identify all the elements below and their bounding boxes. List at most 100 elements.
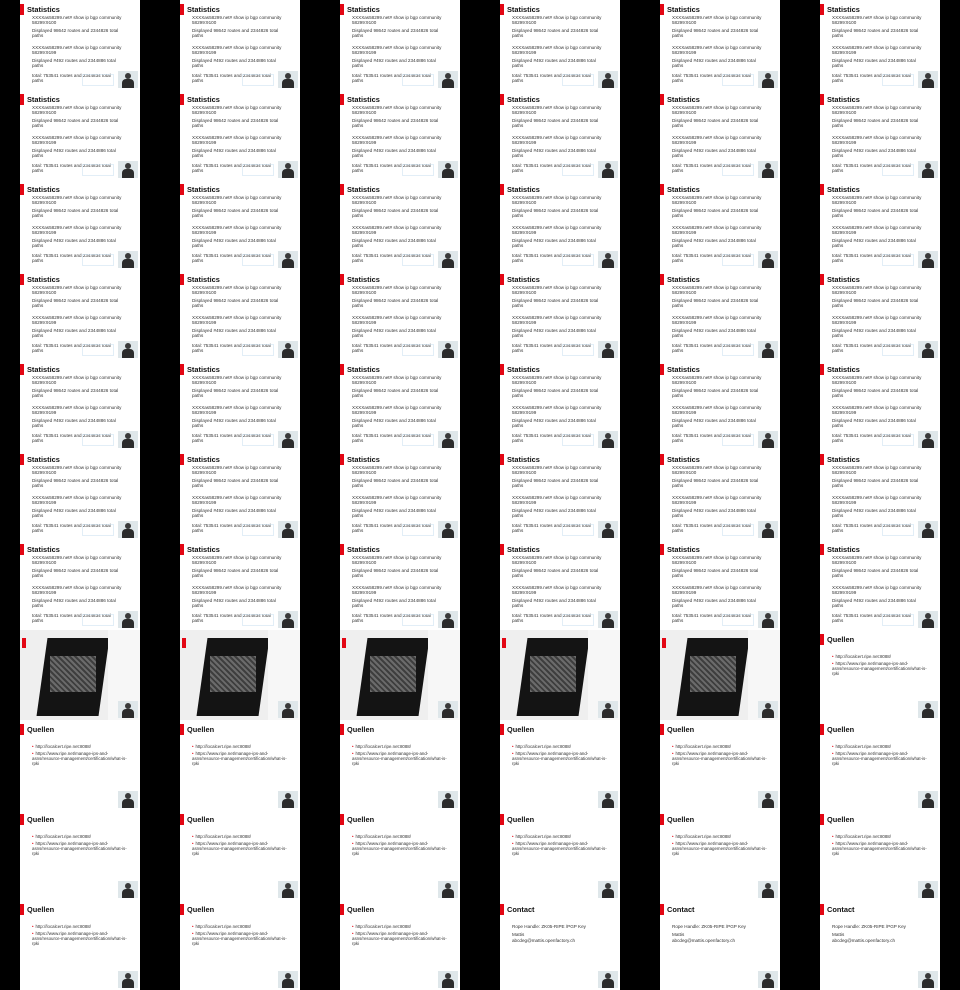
video-frame[interactable]: Quellen • http://localcert.ripe.net:8088/•… [480, 720, 640, 810]
source-link[interactable]: • http://localcert.ripe.net:8088/ [832, 834, 930, 839]
source-link[interactable]: • https://www.ripe.net/manage-ips-and-asn… [512, 751, 610, 766]
contact-email: abcdeg@mattis.openfactory.ch [832, 938, 896, 943]
video-frame[interactable]: Statistics XXXXas58299.net# show ip bgp c… [480, 540, 640, 630]
video-frame[interactable]: Statistics XXXXas58299.net# show ip bgp c… [480, 0, 640, 90]
video-frame[interactable] [0, 630, 160, 720]
video-frame[interactable]: Statistics XXXXas58299.net# show ip bgp c… [320, 450, 480, 540]
video-frame[interactable]: Statistics XXXXas58299.net# show ip bgp c… [480, 90, 640, 180]
video-frame[interactable] [480, 630, 640, 720]
source-link[interactable]: • https://www.ripe.net/manage-ips-and-asn… [32, 931, 130, 946]
source-link[interactable]: • http://localcert.ripe.net:8088/ [352, 744, 450, 749]
source-link[interactable]: • https://www.ripe.net/manage-ips-and-asn… [672, 751, 770, 766]
source-link[interactable]: • https://www.ripe.net/manage-ips-and-asn… [832, 661, 930, 676]
source-link[interactable]: • http://localcert.ripe.net:8088/ [512, 744, 610, 749]
video-frame[interactable]: Statistics XXXXas58299.net# show ip bgp c… [320, 90, 480, 180]
source-link[interactable]: • http://localcert.ripe.net:8088/ [352, 924, 450, 929]
video-frame[interactable]: Quellen • http://localcert.ripe.net:8088/•… [160, 810, 320, 900]
video-frame[interactable]: Statistics XXXXas58299.net# show ip bgp c… [0, 360, 160, 450]
video-frame[interactable]: Statistics XXXXas58299.net# show ip bgp c… [160, 0, 320, 90]
source-link[interactable]: • http://localcert.ripe.net:8088/ [192, 924, 290, 929]
source-link[interactable]: • https://www.ripe.net/manage-ips-and-asn… [192, 931, 290, 946]
video-frame[interactable]: Quellen • http://localcert.ripe.net:8088/•… [160, 900, 320, 990]
video-frame[interactable]: Quellen • http://localcert.ripe.net:8088/•… [160, 720, 320, 810]
video-frame[interactable]: Statistics XXXXas58299.net# show ip bgp c… [0, 90, 160, 180]
video-frame[interactable]: Statistics XXXXas58299.net# show ip bgp c… [320, 540, 480, 630]
video-frame[interactable]: Statistics XXXXas58299.net# show ip bgp c… [0, 270, 160, 360]
speaker-thumbnail [118, 341, 138, 358]
video-frame[interactable]: Statistics XXXXas58299.net# show ip bgp c… [160, 90, 320, 180]
video-frame[interactable]: Statistics XXXXas58299.net# show ip bgp c… [800, 540, 960, 630]
video-frame[interactable]: Quellen • http://localcert.ripe.net:8088/•… [320, 900, 480, 990]
video-frame[interactable] [160, 630, 320, 720]
video-frame[interactable]: Quellen • http://localcert.ripe.net:8088/•… [0, 810, 160, 900]
video-frame[interactable]: Statistics XXXXas58299.net# show ip bgp c… [320, 270, 480, 360]
source-link[interactable]: • https://www.ripe.net/manage-ips-and-asn… [32, 751, 130, 766]
video-frame[interactable]: Statistics XXXXas58299.net# show ip bgp c… [640, 90, 800, 180]
source-link[interactable]: • http://localcert.ripe.net:8088/ [832, 744, 930, 749]
video-frame[interactable]: Statistics XXXXas58299.net# show ip bgp c… [320, 360, 480, 450]
video-frame[interactable]: Quellen • http://localcert.ripe.net:8088/•… [320, 720, 480, 810]
video-frame[interactable]: Quellen • http://localcert.ripe.net:8088/•… [800, 630, 960, 720]
source-link[interactable]: • http://localcert.ripe.net:8088/ [672, 834, 770, 839]
source-link[interactable]: • http://localcert.ripe.net:8088/ [832, 654, 930, 659]
video-frame[interactable] [640, 630, 800, 720]
video-frame[interactable]: Statistics XXXXas58299.net# show ip bgp c… [480, 270, 640, 360]
video-frame[interactable]: Statistics XXXXas58299.net# show ip bgp c… [160, 180, 320, 270]
source-link[interactable]: • https://www.ripe.net/manage-ips-and-asn… [832, 841, 930, 856]
video-frame[interactable] [320, 630, 480, 720]
video-frame[interactable]: Contact Rope Handle: ZK05-RIPE /PGP Key Ma… [800, 900, 960, 990]
video-frame[interactable]: Quellen • http://localcert.ripe.net:8088/•… [320, 810, 480, 900]
source-link[interactable]: • https://www.ripe.net/manage-ips-and-asn… [32, 841, 130, 856]
source-link[interactable]: • http://localcert.ripe.net:8088/ [192, 744, 290, 749]
video-frame[interactable]: Statistics XXXXas58299.net# show ip bgp c… [640, 270, 800, 360]
video-frame[interactable]: Quellen • http://localcert.ripe.net:8088/•… [800, 720, 960, 810]
source-link[interactable]: • http://localcert.ripe.net:8088/ [512, 834, 610, 839]
video-frame[interactable]: Statistics XXXXas58299.net# show ip bgp c… [160, 450, 320, 540]
video-frame[interactable]: Statistics XXXXas58299.net# show ip bgp c… [640, 0, 800, 90]
video-frame[interactable]: Statistics XXXXas58299.net# show ip bgp c… [320, 180, 480, 270]
source-link[interactable]: • http://localcert.ripe.net:8088/ [672, 744, 770, 749]
video-frame[interactable]: Statistics XXXXas58299.net# show ip bgp c… [480, 450, 640, 540]
source-link[interactable]: • https://www.ripe.net/manage-ips-and-asn… [192, 841, 290, 856]
video-frame[interactable]: Statistics XXXXas58299.net# show ip bgp c… [640, 450, 800, 540]
source-link[interactable]: • https://www.ripe.net/manage-ips-and-asn… [512, 841, 610, 856]
video-frame[interactable]: Quellen • http://localcert.ripe.net:8088/•… [640, 720, 800, 810]
video-frame[interactable]: Statistics XXXXas58299.net# show ip bgp c… [320, 0, 480, 90]
video-frame[interactable]: Statistics XXXXas58299.net# show ip bgp c… [640, 360, 800, 450]
video-frame[interactable]: Statistics XXXXas58299.net# show ip bgp c… [800, 450, 960, 540]
source-link[interactable]: • https://www.ripe.net/manage-ips-and-asn… [672, 841, 770, 856]
video-frame[interactable]: Statistics XXXXas58299.net# show ip bgp c… [0, 0, 160, 90]
video-frame[interactable]: Statistics XXXXas58299.net# show ip bgp c… [160, 360, 320, 450]
source-link[interactable]: • https://www.ripe.net/manage-ips-and-asn… [832, 751, 930, 766]
video-frame[interactable]: Statistics XXXXas58299.net# show ip bgp c… [0, 180, 160, 270]
video-frame[interactable]: Statistics XXXXas58299.net# show ip bgp c… [0, 450, 160, 540]
source-link[interactable]: • https://www.ripe.net/manage-ips-and-asn… [352, 931, 450, 946]
video-frame[interactable]: Statistics XXXXas58299.net# show ip bgp c… [480, 180, 640, 270]
video-frame[interactable]: Quellen • http://localcert.ripe.net:8088/•… [0, 900, 160, 990]
video-frame[interactable]: Statistics XXXXas58299.net# show ip bgp c… [480, 360, 640, 450]
video-frame[interactable]: Quellen • http://localcert.ripe.net:8088/•… [800, 810, 960, 900]
source-link[interactable]: • https://www.ripe.net/manage-ips-and-asn… [192, 751, 290, 766]
video-frame[interactable]: Contact Rope Handle: ZK05-RIPE /PGP Key Ma… [480, 900, 640, 990]
video-frame[interactable]: Contact Rope Handle: ZK05-RIPE /PGP Key Ma… [640, 900, 800, 990]
source-link[interactable]: • http://localcert.ripe.net:8088/ [352, 834, 450, 839]
video-frame[interactable]: Statistics XXXXas58299.net# show ip bgp c… [160, 540, 320, 630]
source-link[interactable]: • http://localcert.ripe.net:8088/ [192, 834, 290, 839]
video-frame[interactable]: Statistics XXXXas58299.net# show ip bgp c… [800, 270, 960, 360]
source-link[interactable]: • https://www.ripe.net/manage-ips-and-asn… [352, 751, 450, 766]
source-link[interactable]: • http://localcert.ripe.net:8088/ [32, 744, 130, 749]
video-frame[interactable]: Statistics XXXXas58299.net# show ip bgp c… [800, 90, 960, 180]
video-frame[interactable]: Statistics XXXXas58299.net# show ip bgp c… [800, 360, 960, 450]
source-link[interactable]: • https://www.ripe.net/manage-ips-and-asn… [352, 841, 450, 856]
video-frame[interactable]: Statistics XXXXas58299.net# show ip bgp c… [640, 180, 800, 270]
video-frame[interactable]: Quellen • http://localcert.ripe.net:8088/•… [0, 720, 160, 810]
video-frame[interactable]: Quellen • http://localcert.ripe.net:8088/•… [480, 810, 640, 900]
video-frame[interactable]: Statistics XXXXas58299.net# show ip bgp c… [160, 270, 320, 360]
video-frame[interactable]: Statistics XXXXas58299.net# show ip bgp c… [0, 540, 160, 630]
video-frame[interactable]: Statistics XXXXas58299.net# show ip bgp c… [800, 180, 960, 270]
source-link[interactable]: • http://localcert.ripe.net:8088/ [32, 924, 130, 929]
source-link[interactable]: • http://localcert.ripe.net:8088/ [32, 834, 130, 839]
video-frame[interactable]: Quellen • http://localcert.ripe.net:8088/•… [640, 810, 800, 900]
video-frame[interactable]: Statistics XXXXas58299.net# show ip bgp c… [800, 0, 960, 90]
video-frame[interactable]: Statistics XXXXas58299.net# show ip bgp c… [640, 540, 800, 630]
